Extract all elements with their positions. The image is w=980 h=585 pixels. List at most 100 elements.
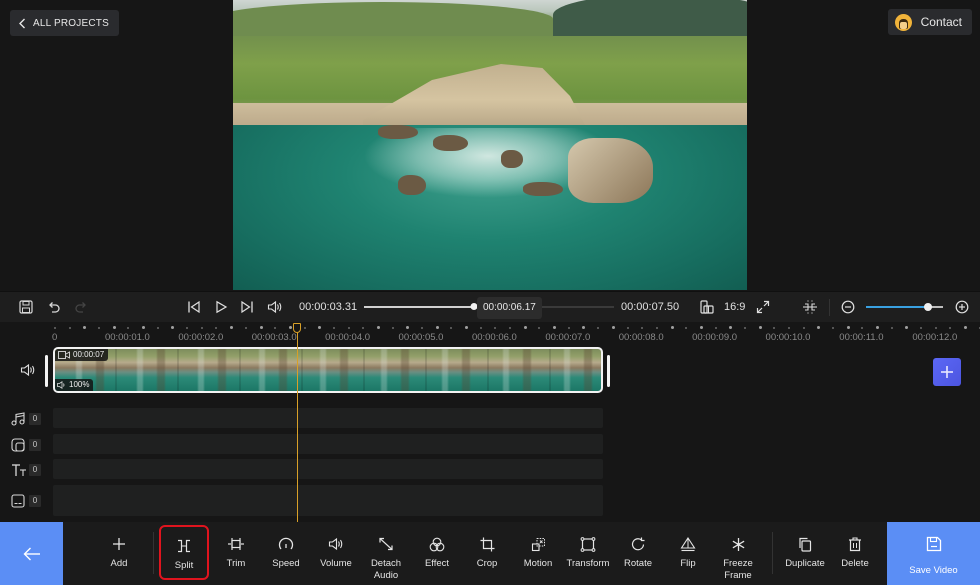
add-media-button[interactable]: [933, 358, 961, 386]
ruler-tick: [142, 326, 146, 329]
tool-split[interactable]: Split: [159, 525, 209, 580]
tool-label: Rotate: [624, 558, 652, 569]
zoom-knob[interactable]: [923, 303, 932, 311]
ruler-tick: [112, 326, 116, 329]
flip-icon: [680, 536, 696, 552]
save-video-button[interactable]: Save Video: [887, 522, 980, 585]
divider: [772, 532, 773, 574]
sticker-track-lane[interactable]: [53, 434, 603, 454]
tool-add[interactable]: Add: [100, 522, 138, 585]
tool-duplicate[interactable]: Duplicate: [782, 522, 828, 585]
ruler-tick: [655, 327, 658, 329]
ruler-label: 00:00:12.0: [912, 332, 958, 343]
tool-label: Transform: [566, 558, 610, 569]
tool-motion[interactable]: Motion: [518, 522, 558, 585]
tool-volume[interactable]: Volume: [316, 522, 356, 585]
ruler-tick: [611, 326, 615, 329]
subtitle-track: 0: [0, 485, 603, 517]
time-ruler[interactable]: 0 00:00:01.0 00:00:02.0 00:00:03.0 00:00:04.…: [52, 322, 980, 344]
tool-label: Flip: [680, 558, 696, 569]
ruler-tick: [743, 327, 746, 329]
playhead-line[interactable]: [296, 330, 298, 522]
timeline-zoom-slider[interactable]: [866, 303, 943, 311]
ruler-tick: [435, 326, 439, 329]
ruler-label: 00:00:02.0: [178, 332, 224, 343]
contact-button[interactable]: Contact: [887, 9, 972, 35]
clip-left-trim-handle[interactable]: [45, 355, 48, 387]
ruler-tick: [582, 326, 586, 329]
tool-flip[interactable]: Flip: [668, 522, 708, 585]
tool-label: Duplicate: [785, 558, 825, 569]
split-icon: [176, 538, 192, 554]
ruler-tick: [905, 326, 909, 329]
text-track-lane[interactable]: [53, 459, 603, 479]
video-rock: [378, 125, 418, 139]
ruler-tick: [186, 327, 189, 329]
ruler-label: 00:00:04.0: [325, 332, 371, 343]
tool-speed[interactable]: Speed: [266, 522, 306, 585]
tool-detach-audio[interactable]: Detach Audio: [366, 522, 406, 585]
tool-effect[interactable]: Effect: [417, 522, 457, 585]
ruler-tick: [230, 326, 234, 329]
music-track-lane[interactable]: [53, 408, 603, 428]
ruler-tick: [156, 327, 159, 329]
clip-volume: 100%: [69, 380, 90, 389]
tool-crop[interactable]: Crop: [467, 522, 507, 585]
subtitle-track-lane[interactable]: [53, 485, 603, 516]
video-clip[interactable]: 00:00:07 100%: [53, 347, 603, 393]
ruler-label: 00:00:01.0: [104, 332, 150, 343]
clip-volume-badge: 100%: [55, 379, 94, 391]
ruler-tick: [215, 327, 218, 329]
timeline[interactable]: 0 00:00:01.0 00:00:02.0 00:00:03.0 00:00:04.…: [0, 322, 980, 522]
tool-label: Freeze Frame: [723, 558, 753, 581]
all-projects-button[interactable]: ALL PROJECTS: [10, 10, 119, 36]
tool-label: Crop: [476, 558, 498, 569]
video-editor: ALL PROJECTS Contact 00:00:03.31 00:00:0…: [0, 0, 980, 585]
ruler-tick: [641, 327, 644, 329]
ruler-tick: [685, 327, 688, 329]
tool-rotate[interactable]: Rotate: [618, 522, 658, 585]
save-project-icon[interactable]: [18, 299, 34, 315]
divider: [829, 299, 830, 316]
redo-icon[interactable]: [73, 299, 89, 315]
ruler-tick: [817, 326, 821, 329]
video-preview[interactable]: [233, 0, 747, 290]
ruler-tick: [876, 326, 880, 329]
skip-to-start-icon[interactable]: [186, 299, 202, 315]
ruler-tick: [171, 326, 175, 329]
undo-icon[interactable]: [46, 299, 62, 315]
aspect-ratio-value[interactable]: 16:9: [724, 301, 745, 313]
fullscreen-icon[interactable]: [755, 299, 771, 315]
volume-icon: [328, 536, 344, 552]
ruler-label: 00:00:07.0: [545, 332, 591, 343]
tool-trim[interactable]: Trim: [218, 522, 254, 585]
ruler-tick: [949, 327, 952, 329]
tool-transform[interactable]: Transform: [565, 522, 611, 585]
playhead-handle[interactable]: [292, 323, 301, 333]
ruler-tick: [421, 327, 423, 329]
hover-time-tooltip: 00:00:06.17: [477, 297, 542, 319]
ruler-tick: [861, 327, 864, 329]
clip-right-trim-handle[interactable]: [607, 355, 610, 387]
ruler-tick: [127, 327, 130, 329]
ruler-tick: [200, 327, 203, 329]
save-video-label: Save Video: [909, 565, 958, 576]
back-button[interactable]: [0, 522, 63, 585]
snap-split-icon[interactable]: [801, 298, 819, 316]
track-volume-icon[interactable]: [20, 363, 36, 382]
ruler-tick: [83, 326, 87, 329]
volume-icon[interactable]: [266, 299, 284, 315]
play-icon[interactable]: [213, 299, 229, 315]
support-avatar-icon: [894, 13, 912, 31]
zoom-in-icon[interactable]: [954, 299, 970, 315]
sticker-track-count: 0: [29, 439, 41, 451]
tool-delete[interactable]: Delete: [836, 522, 874, 585]
skip-to-end-icon[interactable]: [239, 299, 255, 315]
preview-area: ALL PROJECTS Contact: [0, 0, 980, 291]
trash-icon: [848, 536, 862, 552]
zoom-out-icon[interactable]: [840, 299, 856, 315]
ruler-tick: [406, 326, 410, 329]
ruler-tick: [318, 326, 322, 329]
tool-freeze-frame[interactable]: Freeze Frame: [718, 522, 758, 585]
aspect-ratio-icon[interactable]: [699, 299, 715, 315]
